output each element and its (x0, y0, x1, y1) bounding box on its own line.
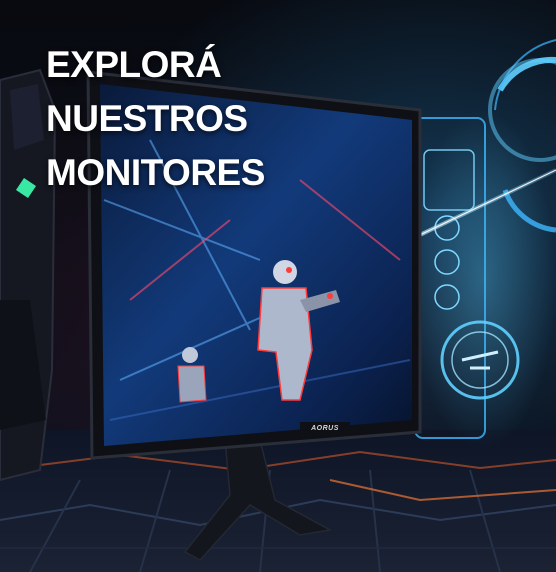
headline-line-2: NUESTROS (46, 98, 248, 139)
hud-panel (410, 39, 556, 450)
page-title: EXPLORÁ NUESTROS MONITORES (46, 38, 265, 200)
headline-line-1: EXPLORÁ (46, 44, 222, 85)
headline-line-3: MONITORES (46, 152, 265, 193)
monitor-brand-label: AORUS (311, 425, 339, 432)
promo-banner[interactable]: AORUS EXPLORÁ NUESTROS MONITORES (0, 0, 556, 572)
